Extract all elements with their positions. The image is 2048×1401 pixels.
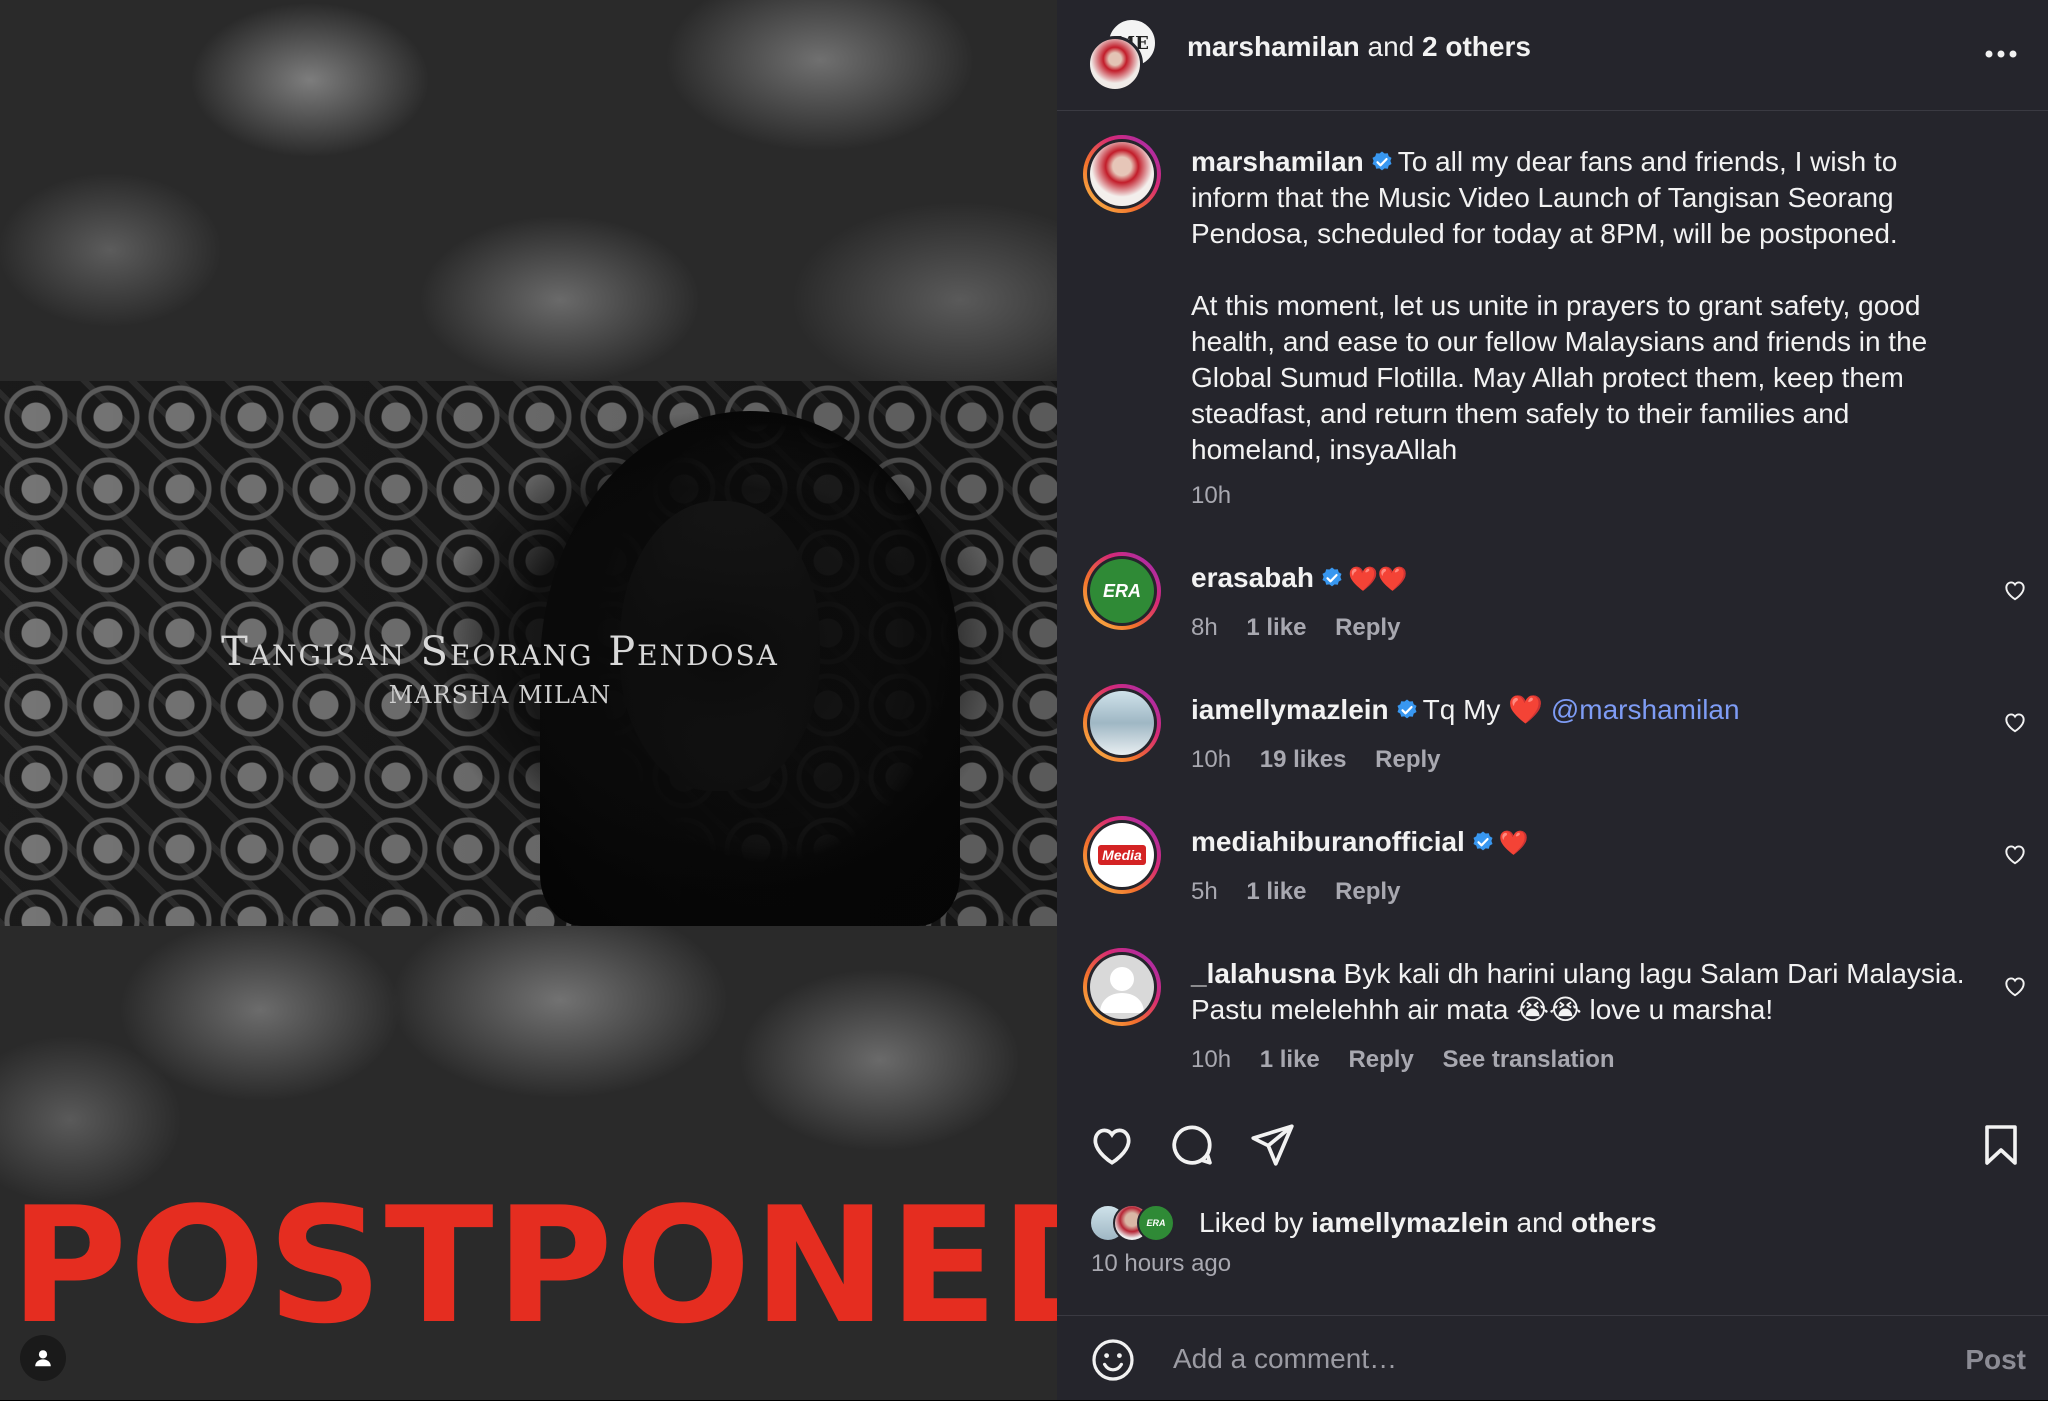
- post-authors: marshamilan and 2 others: [1187, 31, 1531, 63]
- comment-composer: Post: [1057, 1315, 2048, 1401]
- post-time-ago: 10 hours ago: [1091, 1250, 1232, 1277]
- comment-username[interactable]: _lalahusna: [1191, 958, 1336, 989]
- erasabah-avatar: ERA: [1090, 559, 1154, 623]
- authors-connector: and: [1367, 31, 1415, 62]
- heart-icon: [1093, 1128, 1131, 1165]
- author-username[interactable]: marshamilan: [1187, 31, 1360, 62]
- mediahiburanofficial-avatar: Media: [1090, 823, 1154, 887]
- add-comment-input[interactable]: [1171, 1342, 1875, 1376]
- see-translation-button[interactable]: See translation: [1442, 1046, 1614, 1073]
- save-post-button[interactable]: [1977, 1120, 2025, 1175]
- post-media[interactable]: Tangisan Seorang Pendosa MARSHA MILAN PO…: [0, 0, 1057, 1400]
- like-comment-button[interactable]: [2002, 973, 2028, 1004]
- reply-button[interactable]: Reply: [1375, 746, 1440, 773]
- comment-iamellymazlein: iamellymazlein Tq My ❤️ @marshamilan: [1191, 692, 1971, 728]
- caption-time: 10h: [1191, 482, 1232, 509]
- comment-time: 5h: [1191, 878, 1218, 905]
- comment-time: 8h: [1191, 614, 1218, 641]
- caption-text-paragraph-2: At this moment, let us unite in prayers …: [1191, 290, 1928, 465]
- like-comment-button[interactable]: [2002, 709, 2028, 740]
- comment-username[interactable]: iamellymazlein: [1191, 694, 1389, 725]
- verified-badge-icon: [1372, 151, 1392, 171]
- comment-mediahiburanofficial: mediahiburanofficial ❤️: [1191, 824, 1971, 862]
- post-comment-button[interactable]: Post: [1965, 1344, 2026, 1376]
- comment-time: 10h: [1191, 1046, 1232, 1073]
- comment-likes[interactable]: 1 like: [1260, 1046, 1320, 1073]
- liker-avatar: ERA: [1137, 1204, 1175, 1242]
- post-action-bar: [1057, 1120, 2048, 1180]
- reply-button[interactable]: Reply: [1335, 878, 1400, 905]
- post-side-panel: ME marshamilan and 2 others marshamilanT…: [1057, 0, 2048, 1400]
- comment-avatar-iamellymazlein[interactable]: [1083, 684, 1161, 762]
- like-comment-button[interactable]: [2002, 577, 2028, 608]
- like-comment-button[interactable]: [2002, 841, 2028, 872]
- comment-avatar-mediahiburanofficial[interactable]: Media: [1083, 816, 1161, 894]
- reply-button[interactable]: Reply: [1335, 614, 1400, 641]
- comment-username[interactable]: erasabah: [1191, 562, 1314, 593]
- reply-button[interactable]: Reply: [1348, 1046, 1413, 1073]
- comment-lalahusna: _lalahusna Byk kali dh harini ulang lagu…: [1191, 956, 1971, 1028]
- comment-avatar-lalahusna[interactable]: [1083, 948, 1161, 1026]
- comment-post-button[interactable]: [1167, 1120, 1217, 1175]
- verified-badge-icon: [1322, 567, 1342, 587]
- post-header: ME marshamilan and 2 others: [1057, 0, 2048, 111]
- media-logo-text: Media: [1098, 845, 1146, 865]
- comment-text: Tq My ❤️: [1422, 694, 1544, 725]
- comment-erasabah: erasabah ❤️❤️: [1191, 560, 1971, 598]
- collab-avatars[interactable]: ME: [1087, 18, 1159, 92]
- comment-text: ❤️: [1498, 830, 1529, 857]
- comment-icon: [1172, 1125, 1212, 1165]
- bookmark-icon: [1985, 1125, 2017, 1165]
- caption-meta: 10h: [1191, 482, 1253, 510]
- caption-username[interactable]: marshamilan: [1191, 146, 1364, 177]
- caption: marshamilan To all my dear fans and frien…: [1191, 144, 1971, 468]
- send-icon: [1251, 1124, 1294, 1166]
- postponed-overlay-text: POSTPONED: [10, 1172, 1057, 1359]
- comment-text-line-1: Byk kali dh harini ulang lagu Salam Dari…: [1343, 958, 1965, 989]
- like-post-button[interactable]: [1087, 1120, 1137, 1175]
- liked-by-others[interactable]: others: [1571, 1207, 1657, 1238]
- comment-meta: 5h 1 like Reply: [1191, 878, 1422, 906]
- lalahusna-avatar: [1090, 955, 1154, 1019]
- comment-likes[interactable]: 19 likes: [1260, 746, 1347, 773]
- comment-text-line-2: Pastu melelehhh air mata 😭😭 love u marsh…: [1191, 994, 1774, 1025]
- verified-badge-icon: [1397, 699, 1417, 719]
- comment-meta: 10h 1 like Reply See translation: [1191, 1046, 1637, 1074]
- comment-meta: 8h 1 like Reply: [1191, 614, 1422, 642]
- video-artist: MARSHA MILAN: [388, 681, 612, 709]
- music-video-still: Tangisan Seorang Pendosa MARSHA MILAN: [0, 381, 1057, 926]
- share-post-button[interactable]: [1247, 1120, 1297, 1175]
- liked-by-user[interactable]: iamellymazlein: [1311, 1207, 1509, 1238]
- heart-icon: [2005, 977, 2025, 997]
- more-horizontal-icon: [1985, 50, 2017, 58]
- liked-by-connector: and: [1516, 1207, 1564, 1238]
- user-tag-icon: [35, 1350, 51, 1367]
- comment-meta: 10h 19 likes Reply: [1191, 746, 1463, 774]
- comment-username[interactable]: mediahiburanofficial: [1191, 826, 1465, 857]
- default-avatar-icon: [1100, 967, 1144, 1013]
- comment-time: 10h: [1191, 746, 1232, 773]
- video-title: Tangisan Seorang Pendosa: [221, 629, 779, 675]
- liked-by-prefix: Liked by: [1199, 1207, 1304, 1238]
- caption-avatar[interactable]: [1083, 135, 1161, 213]
- emoji-picker-button[interactable]: [1089, 1336, 1137, 1389]
- liked-by-text: Liked by iamellymazlein and others: [1199, 1207, 1657, 1239]
- iamellymazlein-avatar: [1090, 691, 1154, 755]
- comment-likes[interactable]: 1 like: [1246, 878, 1306, 905]
- author-avatar[interactable]: [1087, 36, 1143, 92]
- heart-icon: [2005, 845, 2025, 865]
- more-options-button[interactable]: [1984, 46, 2018, 64]
- user-tag-button[interactable]: [20, 1335, 66, 1381]
- marshamilan-avatar: [1090, 142, 1154, 206]
- heart-icon: [2005, 581, 2025, 601]
- mention-link[interactable]: @marshamilan: [1551, 694, 1740, 725]
- heart-icon: [2005, 713, 2025, 733]
- verified-badge-icon: [1473, 831, 1493, 851]
- comment-likes[interactable]: 1 like: [1246, 614, 1306, 641]
- comment-avatar-erasabah[interactable]: ERA: [1083, 552, 1161, 630]
- other-authors-link[interactable]: 2 others: [1422, 31, 1531, 62]
- comment-text: ❤️❤️: [1347, 566, 1408, 593]
- emoji-icon: [1092, 1339, 1134, 1381]
